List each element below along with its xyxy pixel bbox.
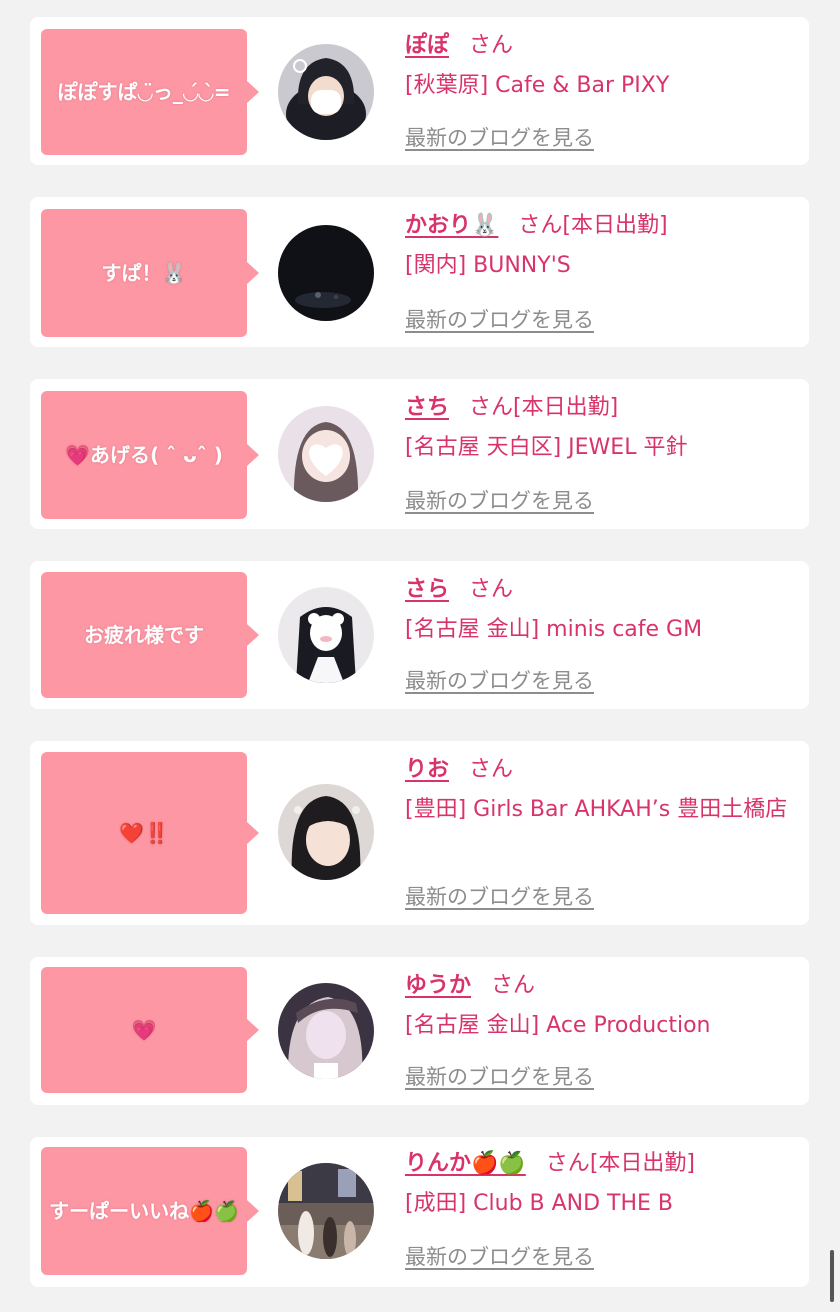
avatar[interactable] xyxy=(278,406,374,502)
honorific: さん xyxy=(491,973,536,998)
poster-info: ぽぽ さん [秋葉原] Cafe & Bar PIXY xyxy=(405,31,793,104)
honorific: さん xyxy=(469,577,514,602)
avatar[interactable] xyxy=(278,225,374,321)
name-line: りんか🍎🍏 さん[本日出勤] xyxy=(405,1149,793,1179)
poster-name-link[interactable]: さち xyxy=(405,395,449,420)
status-badge: [本日出勤] xyxy=(589,1151,695,1176)
post-card: すぱ！🐰 かおり🐰 さん[本日出勤] [関内] BUNNY'S 最新のブログを見る xyxy=(30,197,809,347)
poster-name-link[interactable]: かおり🐰 xyxy=(405,213,498,238)
latest-blog-link[interactable]: 最新のブログを見る xyxy=(405,665,594,695)
latest-blog-link[interactable]: 最新のブログを見る xyxy=(405,1061,594,1091)
post-card: ぽぽすぱ◡̈っ_◡́◡̀= ぽぽ さん [秋葉原] Cafe & Bar PIXY… xyxy=(30,17,809,165)
honorific: さん xyxy=(469,395,514,420)
name-line: かおり🐰 さん[本日出勤] xyxy=(405,211,793,241)
poster-info: さち さん[本日出勤] [名古屋 天白区] JEWEL 平針 xyxy=(405,393,793,466)
shop-label: [名古屋 天白区] JEWEL 平針 xyxy=(405,435,688,460)
name-line: りお さん xyxy=(405,755,793,785)
poster-info: さら さん [名古屋 金山] minis cafe GM xyxy=(405,575,793,648)
latest-blog-link[interactable]: 最新のブログを見る xyxy=(405,122,594,152)
post-card: 💗 ゆうか さん [名古屋 金山] Ace Production 最新のブログを見… xyxy=(30,957,809,1105)
avatar[interactable] xyxy=(278,983,374,1079)
honorific: さん xyxy=(518,213,563,238)
latest-blog-link[interactable]: 最新のブログを見る xyxy=(405,881,594,911)
message-bubble: すぱ！🐰 xyxy=(41,209,259,337)
scrollbar[interactable] xyxy=(830,1250,834,1302)
shop-label: [名古屋 金山] Ace Production xyxy=(405,1013,711,1038)
name-line: ゆうか さん xyxy=(405,971,793,1001)
avatar[interactable] xyxy=(278,784,374,880)
poster-name-link[interactable]: さら xyxy=(405,577,449,602)
shop-label: [名古屋 金山] minis cafe GM xyxy=(405,617,703,642)
message-bubble: お疲れ様です xyxy=(41,572,259,698)
shop-label: [秋葉原] Cafe & Bar PIXY xyxy=(405,73,670,98)
avatar[interactable] xyxy=(278,587,374,683)
name-line: さち さん[本日出勤] xyxy=(405,393,793,423)
post-card: 💗あげる( ˆ ᴗˆ ) さち さん[本日出勤] [名古屋 天白区] JEWEL … xyxy=(30,379,809,529)
honorific: さん xyxy=(545,1151,590,1176)
shop-label: [豊田] Girls Bar AHKAH’s 豊田土橋店 xyxy=(405,797,788,822)
poster-name-link[interactable]: りんか🍎🍏 xyxy=(405,1151,526,1176)
message-bubble: ❤️‼️ xyxy=(41,752,259,914)
post-card: お疲れ様です さら さん [名古屋 金山] minis cafe GM 最新のブロ… xyxy=(30,561,809,709)
name-line: ぽぽ さん xyxy=(405,31,793,61)
poster-name-link[interactable]: ぽぽ xyxy=(405,33,449,58)
poster-name-link[interactable]: ゆうか xyxy=(405,973,471,998)
poster-info: りお さん [豊田] Girls Bar AHKAH’s 豊田土橋店 xyxy=(405,755,793,828)
message-bubble: ぽぽすぱ◡̈っ_◡́◡̀= xyxy=(41,29,259,155)
poster-info: りんか🍎🍏 さん[本日出勤] [成田] Club B AND THE B xyxy=(405,1149,793,1222)
honorific: さん xyxy=(469,33,514,58)
poster-name-link[interactable]: りお xyxy=(405,757,449,782)
honorific: さん xyxy=(469,757,514,782)
shop-label: [関内] BUNNY'S xyxy=(405,253,571,278)
latest-blog-link[interactable]: 最新のブログを見る xyxy=(405,304,594,334)
poster-info: ゆうか さん [名古屋 金山] Ace Production xyxy=(405,971,793,1044)
shop-label: [成田] Club B AND THE B xyxy=(405,1191,674,1216)
status-badge: [本日出勤] xyxy=(513,395,619,420)
message-bubble: 💗あげる( ˆ ᴗˆ ) xyxy=(41,391,259,519)
post-card: ❤️‼️ りお さん [豊田] Girls Bar AHKAH’s 豊田土橋店 最… xyxy=(30,741,809,925)
avatar[interactable] xyxy=(278,44,374,140)
post-card: すーぱーいいね🍎🍏 りんか🍎🍏 さん[本日出勤] [成田] Club B AND … xyxy=(30,1137,809,1287)
message-bubble: 💗 xyxy=(41,967,259,1093)
name-line: さら さん xyxy=(405,575,793,605)
latest-blog-link[interactable]: 最新のブログを見る xyxy=(405,485,594,515)
poster-info: かおり🐰 さん[本日出勤] [関内] BUNNY'S xyxy=(405,211,793,284)
latest-blog-link[interactable]: 最新のブログを見る xyxy=(405,1241,594,1271)
message-bubble: すーぱーいいね🍎🍏 xyxy=(41,1147,259,1275)
status-badge: [本日出勤] xyxy=(562,213,668,238)
avatar[interactable] xyxy=(278,1163,374,1259)
